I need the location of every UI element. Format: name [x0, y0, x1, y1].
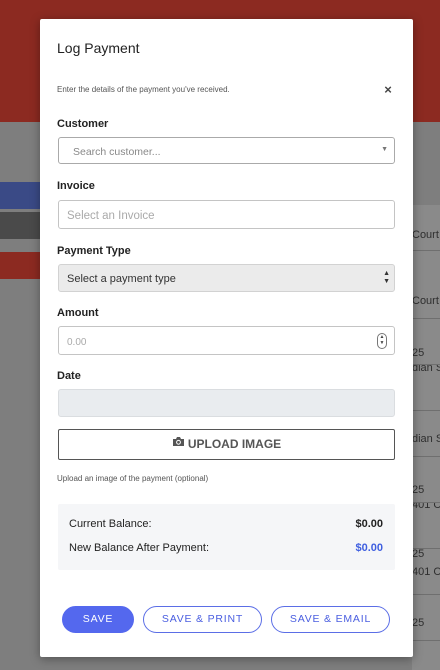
new-balance-label: New Balance After Payment: — [69, 542, 210, 554]
background-nav-item — [0, 252, 40, 279]
list-item: 25 — [412, 319, 440, 365]
upload-image-button[interactable]: UPLOAD IMAGE — [58, 429, 395, 460]
list-item: 25 401 Co — [412, 549, 440, 595]
background-list: Court Court 25 dian S dian S 25 401 Co 2… — [412, 205, 440, 670]
list-item: 25 — [412, 595, 440, 641]
upload-hint: Upload an image of the payment (optional… — [57, 474, 209, 483]
date-input[interactable] — [58, 389, 395, 417]
payment-type-label: Payment Type — [57, 245, 131, 257]
upload-image-label: UPLOAD IMAGE — [187, 437, 282, 451]
invoice-placeholder: Select an Invoice — [67, 210, 155, 222]
save-and-print-button[interactable]: SAVE & PRINT — [143, 606, 262, 633]
balance-summary: Current Balance: $0.00 New Balance After… — [58, 504, 395, 570]
list-item-text: 25 — [412, 347, 425, 359]
close-button[interactable]: × — [381, 82, 395, 98]
list-item: 25 — [412, 457, 440, 503]
list-item-text: 401 Co — [412, 503, 440, 511]
list-item-text: 25 — [412, 484, 425, 496]
current-balance-label: Current Balance: — [69, 518, 152, 530]
list-item: dian S — [412, 365, 440, 411]
current-balance-value: $0.00 — [355, 518, 383, 530]
payment-type-select[interactable]: Select a payment type ▲ ▼ — [58, 264, 395, 292]
customer-placeholder: Search customer... — [73, 146, 161, 158]
amount-placeholder: 0.00 — [67, 337, 87, 348]
camera-icon — [172, 429, 185, 458]
list-item-text: 25 — [412, 549, 425, 560]
list-item-text: Court — [412, 295, 439, 307]
customer-select[interactable]: Search customer... ▼ — [58, 137, 395, 164]
new-balance-row: New Balance After Payment: $0.00 — [69, 542, 383, 554]
new-balance-value: $0.00 — [355, 542, 383, 554]
list-item: dian S — [412, 411, 440, 457]
date-label: Date — [57, 370, 81, 382]
modal-description: Enter the details of the payment you've … — [57, 85, 230, 94]
amount-spinner-icon[interactable]: ▲ ▼ — [377, 333, 387, 349]
list-item-text: Court — [412, 229, 439, 241]
background-nav-item — [0, 212, 40, 239]
list-item: Court — [412, 205, 440, 251]
amount-input[interactable]: 0.00 ▲ ▼ — [58, 326, 395, 355]
list-item: Court — [412, 273, 440, 319]
amount-label: Amount — [57, 307, 99, 319]
payment-type-value: Select a payment type — [67, 273, 176, 285]
list-item-text: 25 — [412, 617, 425, 629]
list-item: 401 Co — [412, 503, 440, 549]
select-arrows-icon: ▲ ▼ — [383, 270, 390, 285]
invoice-select[interactable]: Select an Invoice — [58, 200, 395, 229]
save-and-email-button[interactable]: SAVE & EMAIL — [271, 606, 390, 633]
current-balance-row: Current Balance: $0.00 — [69, 518, 383, 530]
list-item-text: dian S — [412, 433, 440, 445]
list-item-text: dian S — [412, 365, 440, 374]
caret-down-icon: ▼ — [381, 146, 388, 153]
invoice-label: Invoice — [57, 180, 95, 192]
save-button[interactable]: SAVE — [62, 606, 134, 633]
modal-title: Log Payment — [57, 40, 140, 56]
background-nav-item — [0, 182, 40, 209]
close-icon: × — [384, 82, 392, 97]
log-payment-modal: Log Payment Enter the details of the pay… — [40, 19, 413, 657]
customer-label: Customer — [57, 118, 109, 130]
list-item-text: 401 Co — [412, 566, 440, 578]
